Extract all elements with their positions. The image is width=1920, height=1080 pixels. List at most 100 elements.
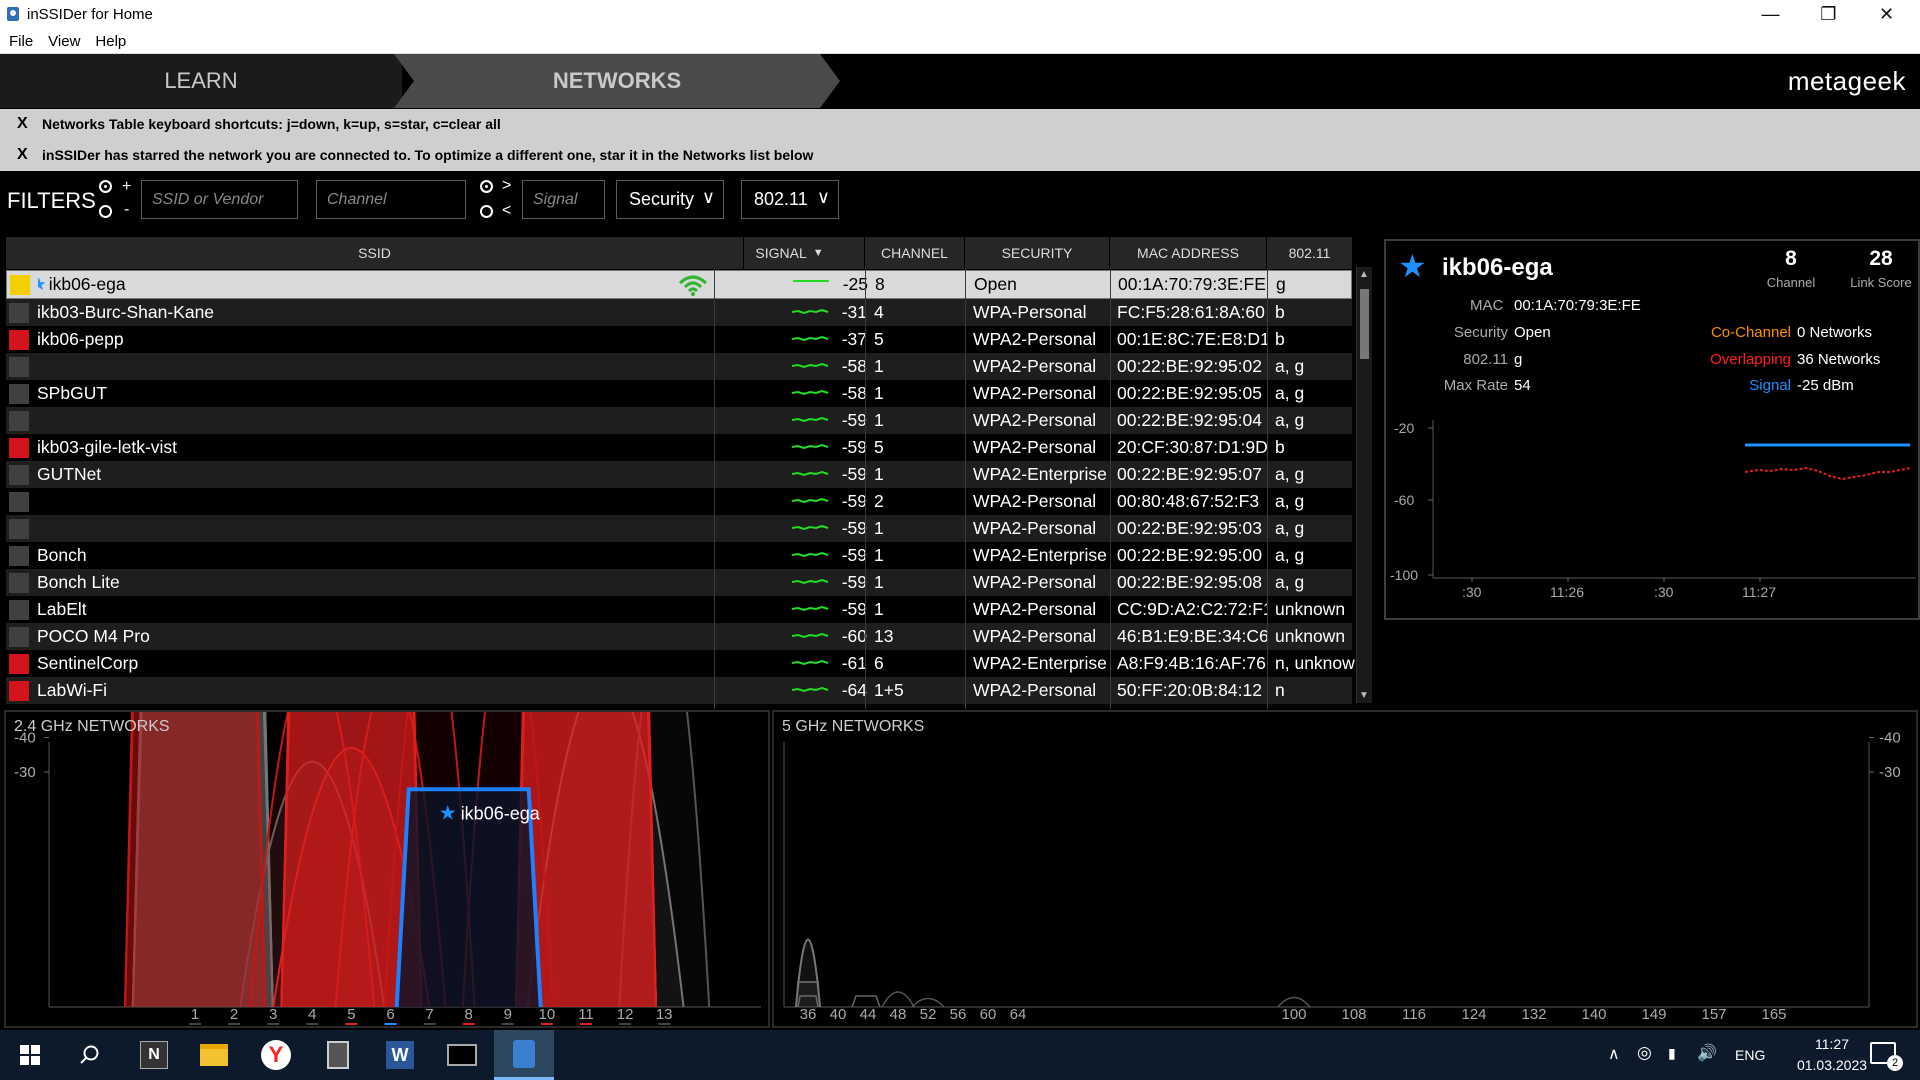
table-row[interactable]: ★ ikb06-ega -25 8 Open 00:1A:70:79:3E:FE g bbox=[6, 270, 1352, 299]
scroll-up-icon[interactable]: ▲ bbox=[1359, 269, 1369, 280]
tray-expand-icon[interactable]: ∧ bbox=[1608, 1044, 1620, 1064]
wifi-connected-icon bbox=[678, 275, 708, 296]
notification-center-icon[interactable]: 2 bbox=[1870, 1042, 1903, 1071]
network-color-swatch[interactable] bbox=[9, 303, 29, 323]
tab-networks[interactable]: NETWORKS bbox=[394, 54, 840, 108]
signal-gt-radio[interactable] bbox=[480, 180, 493, 193]
table-row[interactable]: -58 1 WPA2-Personal 00:22:BE:92:95:02 a, g bbox=[6, 353, 1352, 380]
ssid-filter-input[interactable]: SSID or Vendor bbox=[141, 180, 298, 219]
word-taskbar-icon[interactable]: W bbox=[370, 1030, 430, 1080]
cell-80211: n, unknow bbox=[1275, 653, 1355, 673]
cell-signal: -59 bbox=[722, 569, 872, 596]
network-globe-icon[interactable]: ◎ bbox=[1637, 1043, 1652, 1063]
input-language[interactable]: ENG bbox=[1735, 1047, 1765, 1063]
star-icon[interactable]: ★ bbox=[1398, 247, 1427, 285]
cell-80211: unknown bbox=[1275, 626, 1346, 646]
file-explorer-taskbar-icon[interactable] bbox=[184, 1030, 244, 1080]
yandex-browser-taskbar-icon[interactable]: Y bbox=[246, 1030, 306, 1080]
clock-time[interactable]: 11:27 bbox=[1793, 1036, 1871, 1052]
cell-mac: CC:9D:A2:C2:72:F1 bbox=[1117, 599, 1267, 619]
table-row[interactable]: -59 1 WPA2-Personal 00:22:BE:92:95:04 a, g bbox=[6, 407, 1352, 434]
network-color-swatch[interactable] bbox=[9, 600, 29, 620]
cell-channel: 1 bbox=[874, 518, 884, 538]
table-row[interactable]: Bonch Lite -59 1 WPA2-Personal 00:22:BE:92:9… bbox=[6, 569, 1352, 596]
close-button[interactable]: ✕ bbox=[1858, 0, 1915, 29]
menu-help[interactable]: Help bbox=[86, 29, 132, 50]
signal-sparkline bbox=[792, 632, 829, 639]
inssider-taskbar-icon[interactable] bbox=[494, 1030, 554, 1080]
cell-ssid: LabWi-Fi bbox=[37, 677, 717, 704]
column-ssid[interactable]: SSID bbox=[6, 237, 744, 269]
minimize-button[interactable]: — bbox=[1742, 0, 1799, 29]
table-row[interactable]: ikb03-Burc-Shan-Kane -31 4 WPA-Personal FC:F… bbox=[6, 299, 1352, 326]
cell-ssid: SPbGUT bbox=[37, 380, 717, 407]
network-color-swatch[interactable] bbox=[9, 384, 29, 404]
table-row[interactable]: -59 2 WPA2-Personal 00:80:48:67:52:F3 a, g bbox=[6, 488, 1352, 515]
table-row[interactable]: LabElt -59 1 WPA2-Personal CC:9D:A2:C2:72:F1… bbox=[6, 596, 1352, 623]
channel-filter-input[interactable]: Channel bbox=[316, 180, 466, 219]
table-row[interactable]: SPbGUT -58 1 WPA2-Personal 00:22:BE:92:95:05… bbox=[6, 380, 1352, 407]
cell-80211: b bbox=[1275, 302, 1285, 322]
table-row[interactable]: Bonch -59 1 WPA2-Enterprise 00:22:BE:92:95:0… bbox=[6, 542, 1352, 569]
network-color-swatch[interactable] bbox=[10, 275, 30, 295]
network-color-swatch[interactable] bbox=[9, 411, 29, 431]
volume-icon[interactable]: 🔊 bbox=[1697, 1043, 1717, 1063]
scrollbar-thumb[interactable] bbox=[1360, 289, 1369, 359]
network-color-swatch[interactable] bbox=[9, 330, 29, 350]
maximize-button[interactable]: ❐ bbox=[1800, 0, 1857, 29]
table-row[interactable]: SentinelCorp -61 6 WPA2-Enterprise A8:F9:4B:… bbox=[6, 650, 1355, 677]
search-button[interactable] bbox=[60, 1030, 120, 1080]
network-color-swatch[interactable] bbox=[9, 519, 29, 539]
network-color-swatch[interactable] bbox=[9, 357, 29, 377]
battery-icon[interactable]: ▮ bbox=[1668, 1045, 1676, 1062]
column-security[interactable]: SECURITY bbox=[965, 237, 1110, 269]
table-row[interactable]: POCO M4 Pro -60 13 WPA2-Personal 46:B1:E9:BE… bbox=[6, 623, 1352, 650]
scroll-down-icon[interactable]: ▼ bbox=[1359, 690, 1369, 701]
network-color-swatch[interactable] bbox=[9, 573, 29, 593]
star-icon[interactable]: ★ bbox=[38, 274, 47, 294]
network-color-swatch[interactable] bbox=[9, 681, 29, 701]
include-radio[interactable] bbox=[99, 180, 112, 193]
close-notice-icon[interactable]: X bbox=[17, 115, 28, 133]
x-tick: 124 bbox=[1461, 1006, 1486, 1023]
table-scrollbar[interactable]: ▲ ▼ bbox=[1356, 267, 1372, 703]
standard-filter-dropdown[interactable]: 802.11 ∨ bbox=[741, 180, 839, 219]
column-mac[interactable]: MAC ADDRESS bbox=[1110, 237, 1267, 269]
exclude-radio[interactable] bbox=[99, 205, 112, 218]
column-80211[interactable]: 802.11 bbox=[1267, 237, 1352, 269]
notion-taskbar-icon[interactable]: N bbox=[124, 1030, 184, 1080]
menu-view[interactable]: View bbox=[39, 29, 86, 50]
signal-lt-radio[interactable] bbox=[480, 205, 493, 218]
menu-file[interactable]: File bbox=[0, 29, 39, 50]
network-color-swatch[interactable] bbox=[9, 627, 29, 647]
title-bar: inSSIDer for Home — ❐ ✕ bbox=[0, 0, 1920, 29]
network-color-swatch[interactable] bbox=[9, 438, 29, 458]
network-color-swatch[interactable] bbox=[9, 492, 29, 512]
signal-sparkline bbox=[792, 686, 829, 693]
tab-learn[interactable]: LEARN bbox=[0, 54, 402, 108]
calculator-taskbar-icon[interactable] bbox=[308, 1030, 368, 1080]
table-row[interactable]: -59 1 WPA2-Personal 00:22:BE:92:95:03 a, g bbox=[6, 515, 1352, 542]
chevron-down-icon: ∨ bbox=[816, 187, 830, 207]
network-color-swatch[interactable] bbox=[9, 465, 29, 485]
signal-value: -61 bbox=[841, 653, 867, 673]
start-button[interactable] bbox=[0, 1030, 60, 1080]
signal-filter-input[interactable]: Signal bbox=[522, 180, 605, 219]
network-color-swatch[interactable] bbox=[9, 546, 29, 566]
table-row[interactable]: GUTNet -59 1 WPA2-Enterprise 00:22:BE:92:95:… bbox=[6, 461, 1352, 488]
network-color-swatch[interactable] bbox=[9, 654, 29, 674]
filters-bar: FILTERS + - SSID or Vendor Channel > < S… bbox=[0, 171, 1920, 227]
table-row[interactable]: ikb03-gile-letk-vist -59 5 WPA2-Personal 20:… bbox=[6, 434, 1352, 461]
close-notice-icon[interactable]: X bbox=[17, 146, 28, 164]
clock-date[interactable]: 01.03.2023 bbox=[1787, 1057, 1877, 1073]
cell-security: WPA2-Personal bbox=[973, 356, 1097, 376]
column-signal[interactable]: SIGNAL ▼ bbox=[715, 237, 865, 269]
terminal-taskbar-icon[interactable] bbox=[432, 1030, 492, 1080]
column-channel[interactable]: CHANNEL bbox=[865, 237, 965, 269]
table-row[interactable]: ikb06-pepp -37 5 WPA2-Personal 00:1E:8C:7E:E… bbox=[6, 326, 1352, 353]
x-tick: 4 bbox=[308, 1006, 316, 1023]
cell-80211: b bbox=[1275, 329, 1285, 349]
table-row[interactable]: LabWi-Fi -64 1+5 WPA2-Personal 50:FF:20:0B:8… bbox=[6, 677, 1352, 704]
security-filter-dropdown[interactable]: Security ∨ bbox=[616, 180, 724, 219]
cell-signal: -59 bbox=[722, 434, 872, 461]
